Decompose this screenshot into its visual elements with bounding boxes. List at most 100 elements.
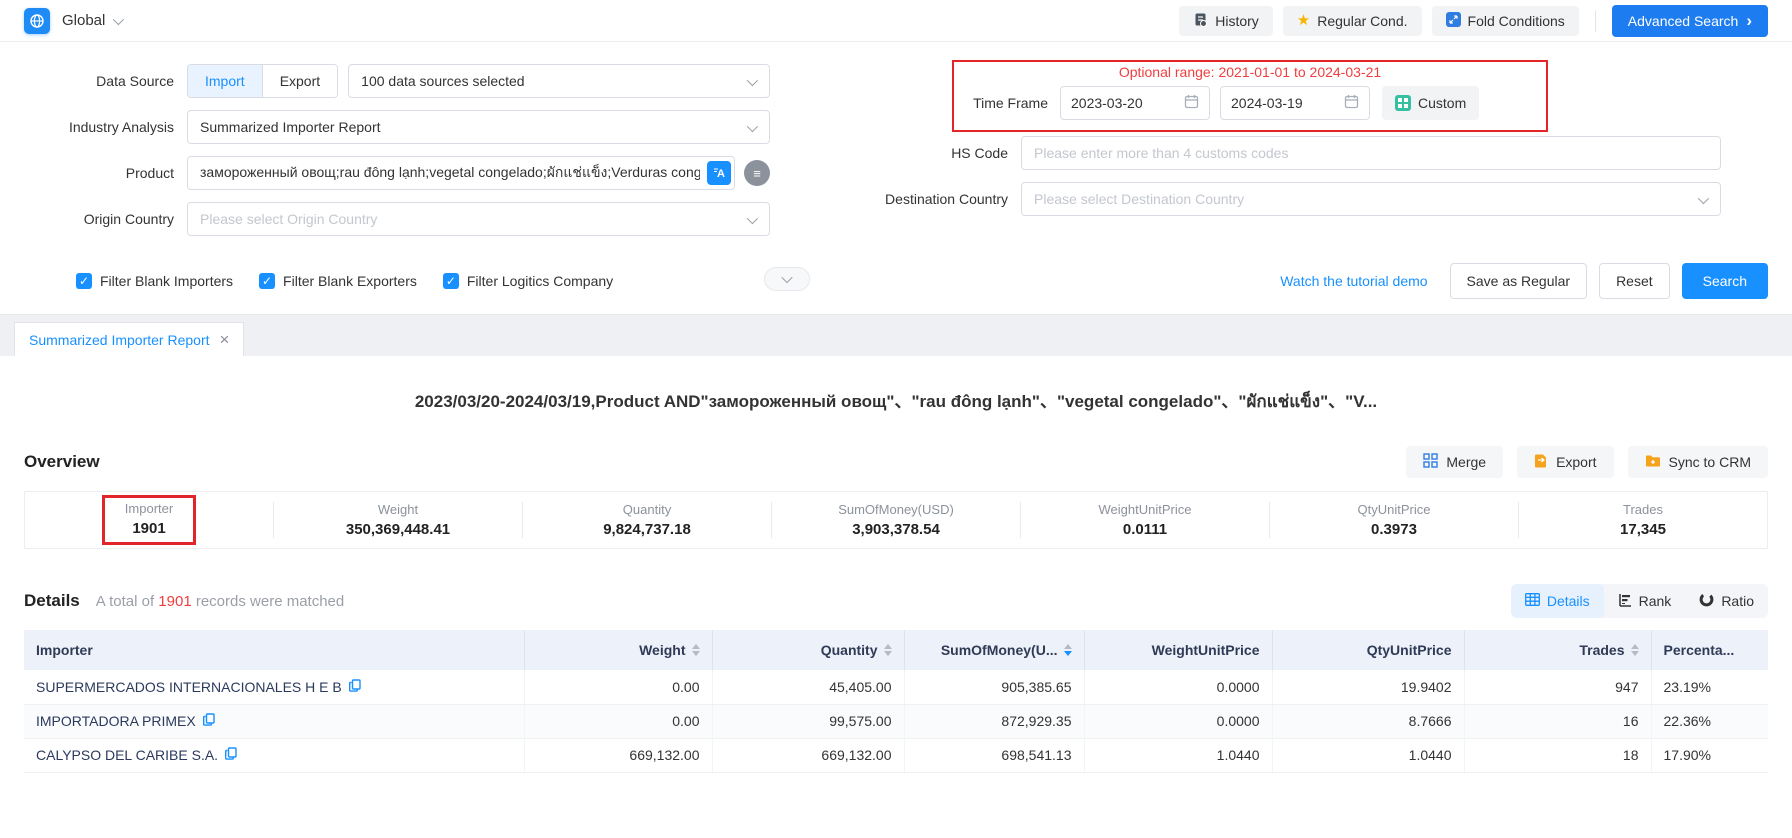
sort-icon[interactable] (692, 644, 700, 656)
hs-code-label: HS Code (822, 145, 1008, 161)
cell-wup: 1.0440 (1084, 738, 1272, 772)
product-input[interactable] (187, 156, 735, 190)
search-form: Data Source Import Export 100 data sourc… (0, 42, 1792, 315)
sort-icon[interactable] (884, 644, 892, 656)
data-sources-select[interactable]: 100 data sources selected (348, 64, 770, 98)
destination-country-placeholder: Please select Destination Country (1034, 191, 1244, 207)
check-icon: ✓ (259, 273, 275, 289)
col-label: Trades (1579, 642, 1624, 658)
col-weight[interactable]: Weight (524, 630, 712, 670)
data-sources-value: 100 data sources selected (361, 73, 524, 89)
sort-icon[interactable] (1631, 644, 1639, 656)
data-source-label: Data Source (24, 73, 174, 89)
destination-country-label: Destination Country (822, 191, 1008, 207)
importer-name[interactable]: CALYPSO DEL CARIBE S.A. (36, 747, 218, 763)
filter-logitics-company-checkbox[interactable]: ✓ Filter Logitics Company (443, 273, 613, 289)
globe-icon[interactable] (24, 8, 50, 34)
merge-button[interactable]: Merge (1406, 446, 1503, 478)
copy-icon[interactable] (225, 747, 237, 763)
import-tab[interactable]: Import (188, 65, 262, 97)
cell-pct: 17.90% (1651, 738, 1768, 772)
col-qty-unit-price[interactable]: QtyUnitPrice (1272, 630, 1464, 670)
cell-qup: 1.0440 (1272, 738, 1464, 772)
start-date-input[interactable]: 2023-03-20 (1060, 86, 1210, 120)
export-label: Export (1556, 454, 1596, 470)
col-trades[interactable]: Trades (1464, 630, 1651, 670)
save-as-regular-button[interactable]: Save as Regular (1450, 263, 1588, 299)
cell-wup: 0.0000 (1084, 704, 1272, 738)
copy-icon[interactable] (349, 679, 361, 695)
end-date-input[interactable]: 2024-03-19 (1220, 86, 1370, 120)
col-percentage[interactable]: Percenta... (1651, 630, 1768, 670)
filter-blank-importers-label: Filter Blank Importers (100, 273, 233, 289)
time-frame-annotation-box: Optional range: 2021-01-01 to 2024-03-21… (952, 60, 1548, 132)
chevron-down-icon[interactable] (113, 13, 124, 24)
export-tab[interactable]: Export (262, 65, 337, 97)
sync-to-crm-button[interactable]: Sync to CRM (1628, 446, 1768, 478)
regular-cond-label: Regular Cond. (1317, 13, 1407, 29)
circle-lines-icon[interactable]: ≡ (744, 160, 770, 186)
regular-cond-button[interactable]: ★ Regular Cond. (1283, 6, 1422, 36)
calendar-icon (1344, 94, 1359, 112)
origin-country-select[interactable]: Please select Origin Country (187, 202, 770, 236)
reset-button[interactable]: Reset (1599, 263, 1670, 299)
overview-stats-card: Importer 1901 Weight 350,369,448.41 Quan… (24, 491, 1768, 549)
col-label: SumOfMoney(U... (941, 642, 1058, 658)
calendar-icon (1184, 94, 1199, 112)
overview-heading: Overview (24, 452, 100, 472)
tab-strip: Summarized Importer Report × (0, 315, 1792, 356)
details-total-text: A total of 1901 records were matched (96, 593, 345, 610)
view-rank-button[interactable]: Rank (1604, 584, 1686, 618)
topbar: Global History ★ Regular Cond. Fold Cond… (0, 0, 1792, 42)
chevron-down-icon (747, 75, 758, 86)
pie-chart-icon (1699, 592, 1714, 610)
export-button[interactable]: Export (1517, 446, 1613, 478)
custom-range-button[interactable]: Custom (1382, 86, 1479, 120)
fold-icon (1446, 12, 1461, 30)
tutorial-link[interactable]: Watch the tutorial demo (1280, 273, 1427, 289)
fold-conditions-button[interactable]: Fold Conditions (1432, 6, 1579, 36)
tab-summarized-importer-report[interactable]: Summarized Importer Report × (14, 322, 244, 356)
industry-analysis-select[interactable]: Summarized Importer Report (187, 110, 770, 144)
region-selector-label[interactable]: Global (62, 12, 105, 29)
collapse-form-button[interactable] (764, 267, 810, 291)
stat-label: Importer (125, 501, 173, 516)
col-label: Quantity (821, 642, 878, 658)
destination-country-select[interactable]: Please select Destination Country (1021, 182, 1721, 216)
hs-code-input[interactable]: Please enter more than 4 customs codes (1021, 136, 1721, 170)
chevron-down-icon (1698, 193, 1709, 204)
start-date-value: 2023-03-20 (1071, 95, 1143, 111)
col-importer[interactable]: Importer (24, 630, 524, 670)
sort-desc-icon[interactable] (1064, 644, 1072, 656)
view-details-button[interactable]: Details (1511, 584, 1604, 618)
stat-qty-unit-price: QtyUnitPrice 0.3973 (1269, 502, 1518, 538)
history-icon (1193, 12, 1208, 30)
chevron-down-icon (747, 121, 758, 132)
close-icon[interactable]: × (220, 331, 230, 348)
optional-range-text: Optional range: 2021-01-01 to 2024-03-21 (964, 64, 1536, 80)
translate-icon[interactable]: A (707, 161, 731, 185)
col-weight-unit-price[interactable]: WeightUnitPrice (1084, 630, 1272, 670)
importer-name[interactable]: SUPERMERCADOS INTERNACIONALES H E B (36, 679, 342, 695)
filter-blank-importers-checkbox[interactable]: ✓ Filter Blank Importers (76, 273, 233, 289)
stat-label: Trades (1519, 502, 1767, 517)
industry-analysis-label: Industry Analysis (24, 119, 174, 135)
search-button[interactable]: Search (1682, 263, 1768, 299)
stat-label: QtyUnitPrice (1270, 502, 1518, 517)
cell-trades: 947 (1464, 670, 1651, 704)
col-quantity[interactable]: Quantity (712, 630, 904, 670)
view-ratio-button[interactable]: Ratio (1685, 584, 1768, 618)
origin-country-placeholder: Please select Origin Country (200, 211, 377, 227)
stat-value: 1901 (125, 520, 173, 537)
copy-icon[interactable] (203, 713, 215, 729)
advanced-search-button[interactable]: Advanced Search › (1612, 5, 1768, 37)
importer-name[interactable]: IMPORTADORA PRIMEX (36, 713, 196, 729)
history-button[interactable]: History (1179, 6, 1273, 36)
cell-qup: 8.7666 (1272, 704, 1464, 738)
stat-label: SumOfMoney(USD) (772, 502, 1020, 517)
stat-sum-of-money: SumOfMoney(USD) 3,903,378.54 (771, 502, 1020, 538)
filter-blank-exporters-checkbox[interactable]: ✓ Filter Blank Exporters (259, 273, 417, 289)
col-sum-of-money[interactable]: SumOfMoney(U... (904, 630, 1084, 670)
export-icon (1534, 453, 1548, 471)
merge-label: Merge (1446, 454, 1486, 470)
